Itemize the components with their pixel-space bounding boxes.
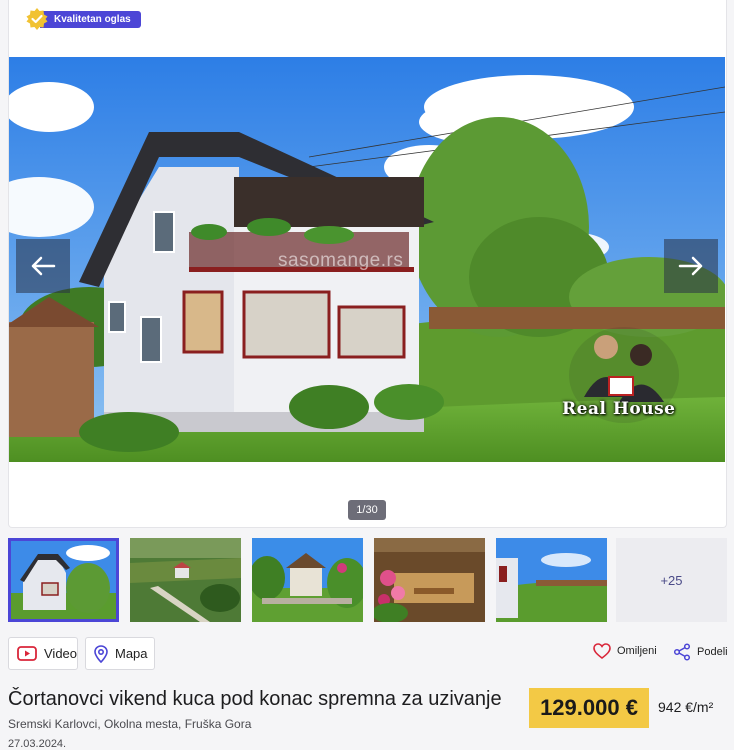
video-label: Video [44,646,78,661]
brand-logo-text: Real House [562,399,676,419]
map-pin-icon [94,644,108,663]
share-label: Podeli [697,646,728,658]
map-label: Mapa [115,646,148,661]
favorite-button[interactable]: Omiljeni [593,643,657,659]
quality-badge: Kvalitetan oglas [26,8,141,30]
listing-title: Čortanovci vikend kuca pod konac spremna… [8,688,502,710]
next-photo-button[interactable] [664,239,718,293]
price-per-m2: 942 €/m² [658,699,714,715]
verified-seal-icon [26,8,48,30]
thumb-garden-pergola[interactable] [252,538,363,622]
favorite-label: Omiljeni [617,645,657,657]
quality-badge-label: Kvalitetan oglas [40,10,141,28]
listing-location: Sremski Karlovci, Okolna mesta, Fruška G… [8,717,252,731]
thumb-house-front[interactable] [8,538,119,622]
arrow-left-icon [30,255,56,277]
youtube-icon [17,646,37,661]
map-button[interactable]: Mapa [85,637,155,670]
share-icon [673,643,691,661]
share-button[interactable]: Podeli [673,643,728,661]
arrow-right-icon [678,255,704,277]
listing-date: 27.03.2024. [8,738,67,750]
more-photos-button[interactable]: +25 [616,538,727,622]
video-button[interactable]: Video [8,637,78,670]
thumb-hillside-fence[interactable] [496,538,607,622]
photo-watermark: sasomange.rs [278,250,404,271]
thumb-aerial-view[interactable] [130,538,241,622]
thumb-flowers-terrace[interactable] [374,538,485,622]
heart-icon [593,643,611,659]
price-badge: 129.000 € [529,688,649,728]
prev-photo-button[interactable] [16,239,70,293]
photo-counter: 1/30 [348,500,386,520]
